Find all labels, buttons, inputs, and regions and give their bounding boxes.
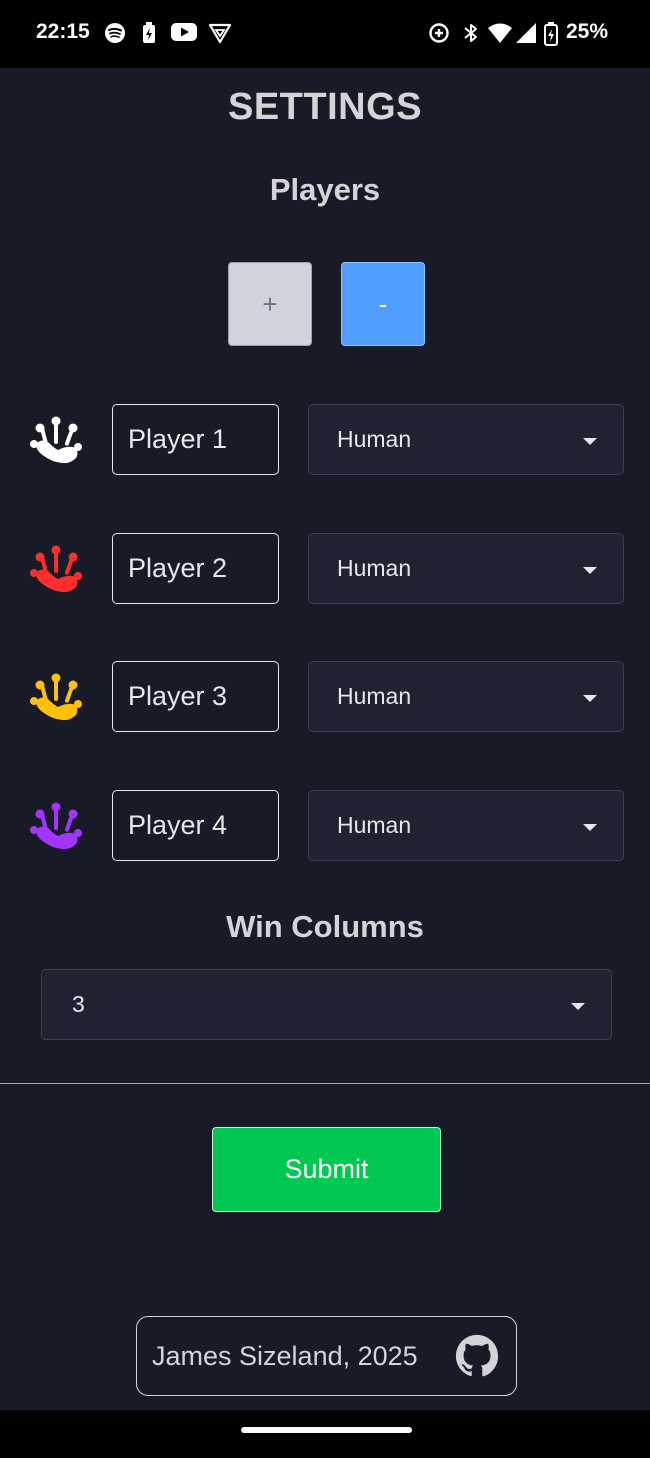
youtube-icon bbox=[171, 23, 197, 41]
battery-icon bbox=[544, 22, 558, 46]
caret-down-icon bbox=[583, 438, 597, 445]
submit-button[interactable]: Submit bbox=[212, 1127, 441, 1212]
caret-down-icon bbox=[583, 824, 597, 831]
page-title: SETTINGS bbox=[227, 86, 423, 128]
player-type-select[interactable]: Human bbox=[308, 404, 624, 475]
vpn-icon bbox=[208, 23, 232, 44]
player-type-select[interactable]: Human bbox=[308, 661, 624, 732]
battery-percentage: 25% bbox=[566, 20, 609, 43]
player-type-value: Human bbox=[337, 555, 412, 581]
frog-foot-icon bbox=[30, 673, 82, 721]
charging-icon bbox=[143, 22, 155, 43]
github-icon bbox=[455, 1334, 499, 1377]
caret-down-icon bbox=[571, 1003, 585, 1010]
player-row: Player 3 Human bbox=[0, 661, 650, 733]
player-type-value: Human bbox=[337, 426, 412, 452]
footer-link[interactable]: James Sizeland, 2025 bbox=[136, 1316, 517, 1396]
frog-foot-icon bbox=[30, 545, 82, 593]
win-columns-value: 3 bbox=[72, 991, 85, 1017]
player-name-input[interactable]: Player 4 bbox=[112, 790, 279, 861]
frog-foot-icon bbox=[30, 416, 82, 464]
divider bbox=[0, 1083, 650, 1084]
player-type-select[interactable]: Human bbox=[308, 533, 624, 604]
players-heading: Players bbox=[269, 172, 381, 207]
data-saver-icon bbox=[429, 23, 449, 43]
frog-foot-icon bbox=[30, 802, 82, 850]
player-type-select[interactable]: Human bbox=[308, 790, 624, 861]
player-name-input[interactable]: Player 1 bbox=[112, 404, 279, 475]
navigation-bar bbox=[0, 1410, 650, 1458]
caret-down-icon bbox=[583, 695, 597, 702]
add-player-button[interactable]: + bbox=[228, 262, 312, 346]
player-row: Player 4 Human bbox=[0, 790, 650, 862]
player-type-value: Human bbox=[337, 683, 412, 709]
player-row: Player 1 Human bbox=[0, 404, 650, 476]
signal-icon bbox=[516, 23, 536, 43]
caret-down-icon bbox=[583, 567, 597, 574]
win-columns-select[interactable]: 3 bbox=[41, 969, 612, 1040]
player-name-input[interactable]: Player 2 bbox=[112, 533, 279, 604]
status-time: 22:15 bbox=[36, 20, 90, 43]
footer-text: James Sizeland, 2025 bbox=[152, 1340, 418, 1371]
player-row: Player 2 Human bbox=[0, 533, 650, 605]
player-type-value: Human bbox=[337, 812, 412, 838]
player-name-input[interactable]: Player 3 bbox=[112, 661, 279, 732]
home-handle[interactable] bbox=[241, 1427, 412, 1433]
remove-player-button[interactable]: - bbox=[341, 262, 425, 346]
bluetooth-icon bbox=[464, 24, 477, 42]
wifi-icon bbox=[488, 23, 512, 43]
win-columns-heading: Win Columns bbox=[226, 909, 424, 944]
spotify-icon bbox=[105, 23, 125, 43]
status-bar: 22:15 25% bbox=[0, 0, 650, 68]
